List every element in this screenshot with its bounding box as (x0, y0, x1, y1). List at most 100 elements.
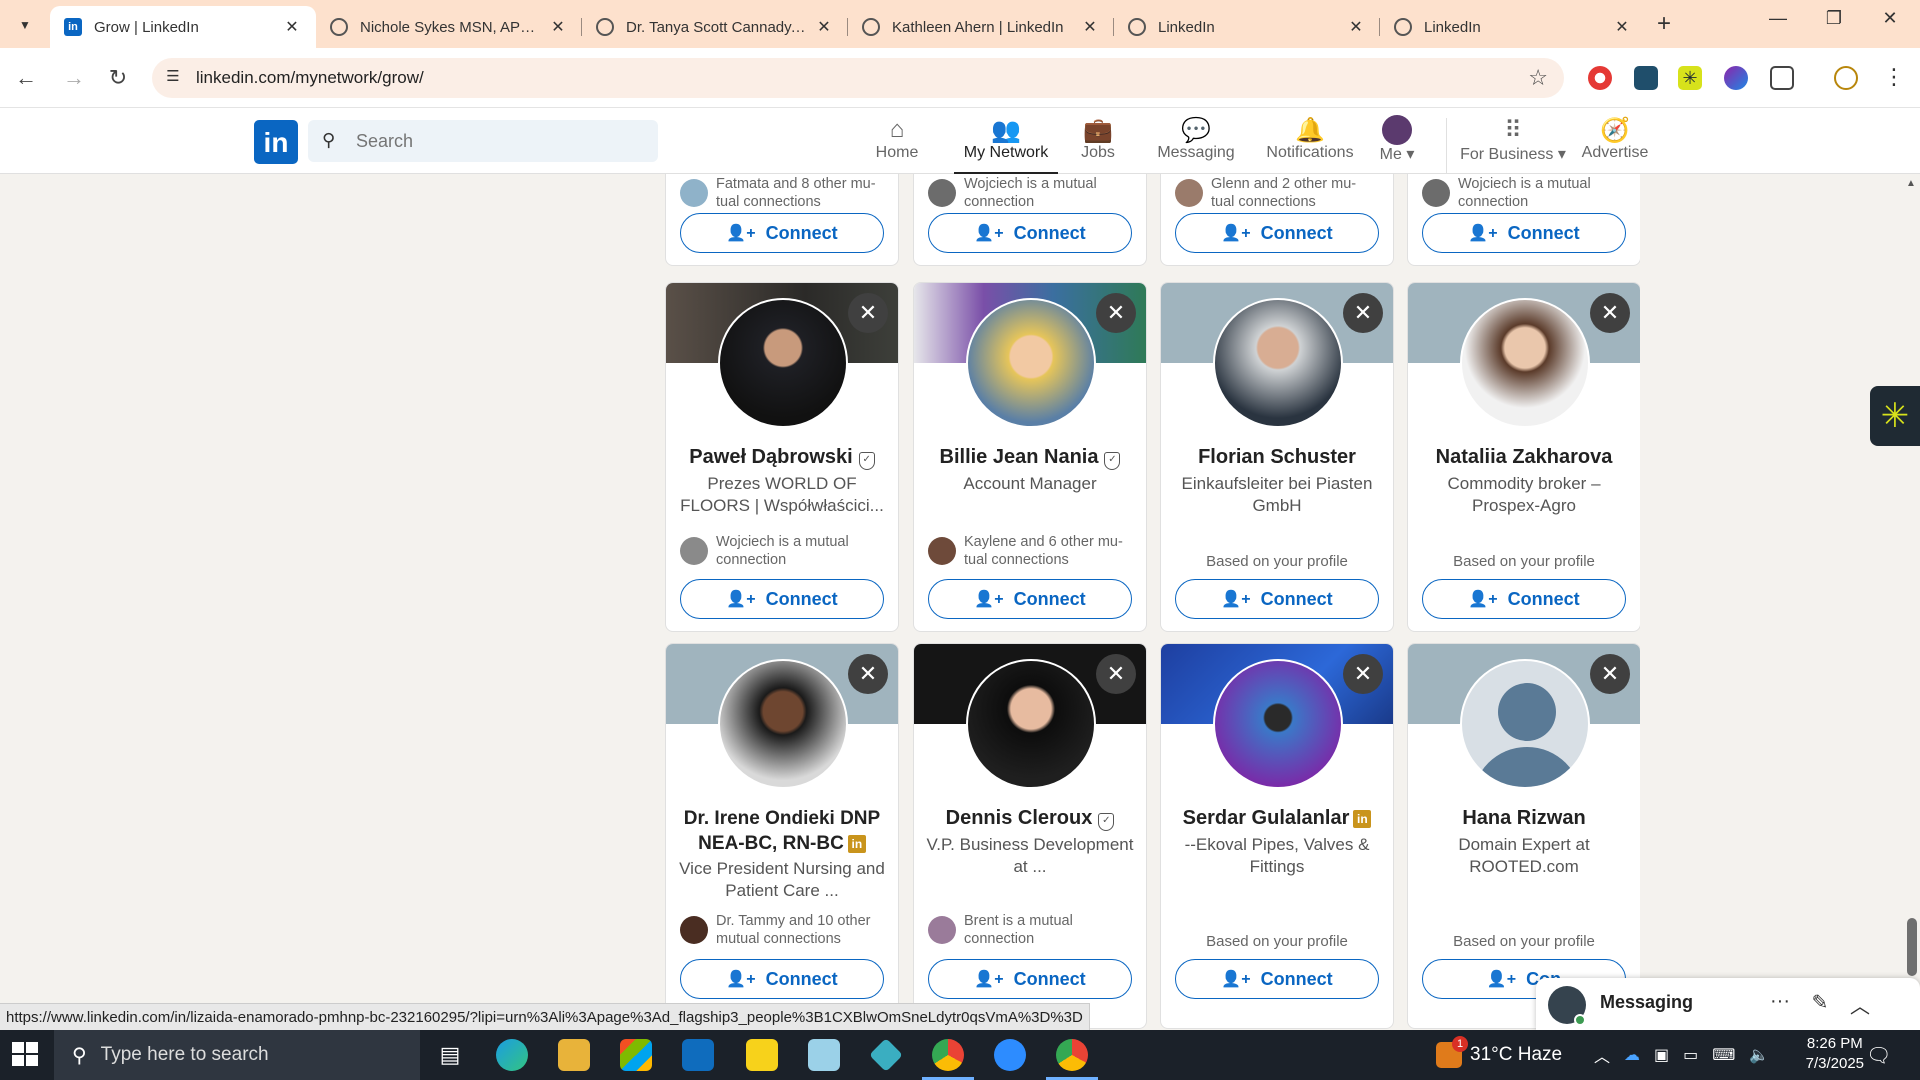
extension-folder-icon[interactable] (1634, 66, 1658, 90)
tab-grow-linkedin[interactable]: in Grow | LinkedIn ✕ (50, 6, 316, 48)
messaging-label[interactable]: Messaging (1600, 992, 1693, 1013)
person-card[interactable]: ✕ Serdar Gulalanlar in --Ekoval Pipes, Va… (1160, 643, 1394, 1029)
microsoft-store-icon[interactable] (620, 1039, 652, 1071)
close-icon[interactable]: ✕ (1590, 654, 1630, 694)
chevron-up-icon[interactable]: ︿ (1846, 990, 1874, 1019)
tab-search-button[interactable]: ▼ (10, 12, 40, 38)
connect-button[interactable]: 👤+ Connect (928, 579, 1132, 619)
tab-nichole-sykes[interactable]: Nichole Sykes MSN, APRN ✕ (316, 6, 582, 48)
nav-notifications[interactable]: 🔔 Notifications (1254, 116, 1366, 174)
person-card[interactable]: Fatmata and 8 other mu- tual connections… (665, 174, 899, 266)
meet-now-icon[interactable]: ▣ (1654, 1045, 1669, 1065)
extension-pokeball-icon[interactable] (1588, 66, 1612, 90)
person-card[interactable]: ✕ Dr. Irene Ondieki DNP NEA-BC, RN-BC in … (665, 643, 899, 1029)
chrome-icon[interactable] (922, 1039, 974, 1080)
new-tab-button[interactable]: + (1650, 10, 1678, 38)
network-icon[interactable]: ⌨ (1712, 1045, 1735, 1065)
avatar[interactable] (966, 659, 1096, 789)
site-settings-icon[interactable]: ☰ (162, 67, 184, 89)
chevron-up-icon[interactable]: ︿ (1594, 1043, 1610, 1067)
avatar[interactable] (1213, 659, 1343, 789)
minimize-button[interactable]: — (1758, 8, 1798, 29)
extension-sun-icon[interactable]: ✳ (1678, 66, 1702, 90)
close-icon[interactable]: ✕ (1343, 654, 1383, 694)
action-center-icon[interactable]: 🗨 (1866, 1030, 1891, 1080)
search-input[interactable] (356, 120, 646, 162)
zoom-icon[interactable] (994, 1039, 1026, 1071)
person-card[interactable]: ✕ Florian Schuster Einkaufsleiter bei Pi… (1160, 282, 1394, 632)
volume-icon[interactable]: 🔈 (1749, 1045, 1769, 1065)
connect-button[interactable]: 👤+ Connect (680, 579, 884, 619)
close-icon[interactable]: ✕ (1096, 654, 1136, 694)
profile-icon[interactable] (1834, 66, 1858, 90)
nav-messaging[interactable]: 💬 Messaging (1146, 116, 1246, 174)
connect-button[interactable]: 👤+ Connect (1175, 579, 1379, 619)
avatar[interactable] (1460, 298, 1590, 428)
close-icon[interactable]: ✕ (1343, 293, 1383, 333)
taskbar-clock[interactable]: 8:26 PM 7/3/2025 (1806, 1034, 1864, 1074)
connect-button[interactable]: 👤+ Connect (928, 959, 1132, 999)
person-card[interactable]: ✕ Nataliia Zakharova Commodity broker – … (1407, 282, 1640, 632)
weather-widget[interactable]: 1 31°C Haze (1436, 1030, 1562, 1080)
file-explorer-icon[interactable] (558, 1039, 590, 1071)
task-view-icon[interactable]: ▤ (434, 1039, 466, 1071)
person-name[interactable]: Billie Jean Nania ✓ (922, 445, 1138, 470)
app-diamond-icon[interactable] (869, 1038, 903, 1072)
nav-jobs[interactable]: 💼 Jobs (1078, 116, 1118, 174)
avatar[interactable] (1213, 298, 1343, 428)
avatar[interactable] (1460, 659, 1590, 789)
tab-tanya-scott[interactable]: Dr. Tanya Scott Cannady, D ✕ (582, 6, 848, 48)
person-card[interactable]: Wojciech is a mutual connection 👤+ Connec… (913, 174, 1147, 266)
close-window-button[interactable]: ✕ (1870, 8, 1910, 29)
person-card[interactable]: ✕ Paweł Dąbrowski ✓ Prezes WORLD OF FLOOR… (665, 282, 899, 632)
restore-button[interactable]: ❐ (1814, 8, 1854, 29)
tab-linkedin-2[interactable]: LinkedIn ✕ (1380, 6, 1646, 48)
connect-button[interactable]: 👤+ Connect (1422, 213, 1626, 253)
nav-me[interactable]: Me ▾ (1372, 115, 1422, 174)
person-card[interactable]: ✕ Billie Jean Nania ✓ Account Manager Kay… (913, 282, 1147, 632)
battery-icon[interactable]: ▭ (1683, 1045, 1698, 1065)
person-name[interactable]: Florian Schuster (1169, 445, 1385, 470)
connect-button[interactable]: 👤+ Connect (1175, 959, 1379, 999)
extensions-puzzle-icon[interactable] (1770, 66, 1794, 90)
reload-button[interactable]: ↻ (102, 62, 134, 94)
app-icon[interactable] (808, 1039, 840, 1071)
close-icon[interactable]: ✕ (282, 17, 302, 37)
person-card[interactable]: Glenn and 2 other mu- tual connections 👤… (1160, 174, 1394, 266)
close-icon[interactable]: ✕ (1346, 17, 1366, 37)
avatar[interactable] (718, 659, 848, 789)
person-name[interactable]: Hana Rizwan (1416, 806, 1632, 831)
person-card[interactable]: ✕ Hana Rizwan Domain Expert at ROOTED.co… (1407, 643, 1640, 1029)
taskbar-search[interactable]: ⚲ Type here to search (54, 1030, 420, 1080)
person-name[interactable]: Serdar Gulalanlar in (1169, 806, 1385, 831)
compose-icon[interactable]: ✎ (1806, 990, 1834, 1015)
back-button[interactable]: ← (10, 62, 42, 94)
more-options-icon[interactable]: ··· (1766, 990, 1794, 1013)
extension-sun-widget[interactable]: ✳ (1870, 386, 1920, 446)
person-name[interactable]: Paweł Dąbrowski ✓ (674, 445, 890, 470)
close-icon[interactable]: ✕ (1080, 17, 1100, 37)
bookmark-star-icon[interactable]: ☆ (1528, 65, 1548, 91)
nav-for-business[interactable]: ⠿ For Business ▾ (1460, 116, 1566, 174)
url-text[interactable]: linkedin.com/mynetwork/grow/ (196, 68, 424, 88)
browser-menu-icon[interactable]: ⋮ (1882, 66, 1906, 90)
avatar[interactable] (966, 298, 1096, 428)
linkedin-search[interactable]: ⚲ (308, 120, 658, 162)
scroll-up-icon[interactable]: ▲ (1906, 178, 1916, 189)
scrollbar-thumb[interactable] (1907, 918, 1917, 976)
nav-home[interactable]: ⌂ Home (874, 116, 920, 174)
close-icon[interactable]: ✕ (848, 654, 888, 694)
connect-button[interactable]: 👤+ Connect (928, 213, 1132, 253)
address-bar[interactable]: ☰ linkedin.com/mynetwork/grow/ ☆ (152, 58, 1564, 98)
tab-linkedin-1[interactable]: LinkedIn ✕ (1114, 6, 1380, 48)
edge-icon[interactable] (496, 1039, 528, 1071)
linkedin-logo[interactable]: in (254, 120, 298, 164)
close-icon[interactable]: ✕ (1590, 293, 1630, 333)
close-icon[interactable]: ✕ (548, 17, 568, 37)
person-name[interactable]: Dr. Irene Ondieki DNP NEA-BC, RN-BC in (674, 806, 890, 856)
forward-button[interactable]: → (58, 62, 90, 94)
chrome-icon[interactable] (1046, 1039, 1098, 1080)
connect-button[interactable]: 👤+ Connect (680, 213, 884, 253)
sticky-notes-icon[interactable] (746, 1039, 778, 1071)
close-icon[interactable]: ✕ (814, 17, 834, 37)
